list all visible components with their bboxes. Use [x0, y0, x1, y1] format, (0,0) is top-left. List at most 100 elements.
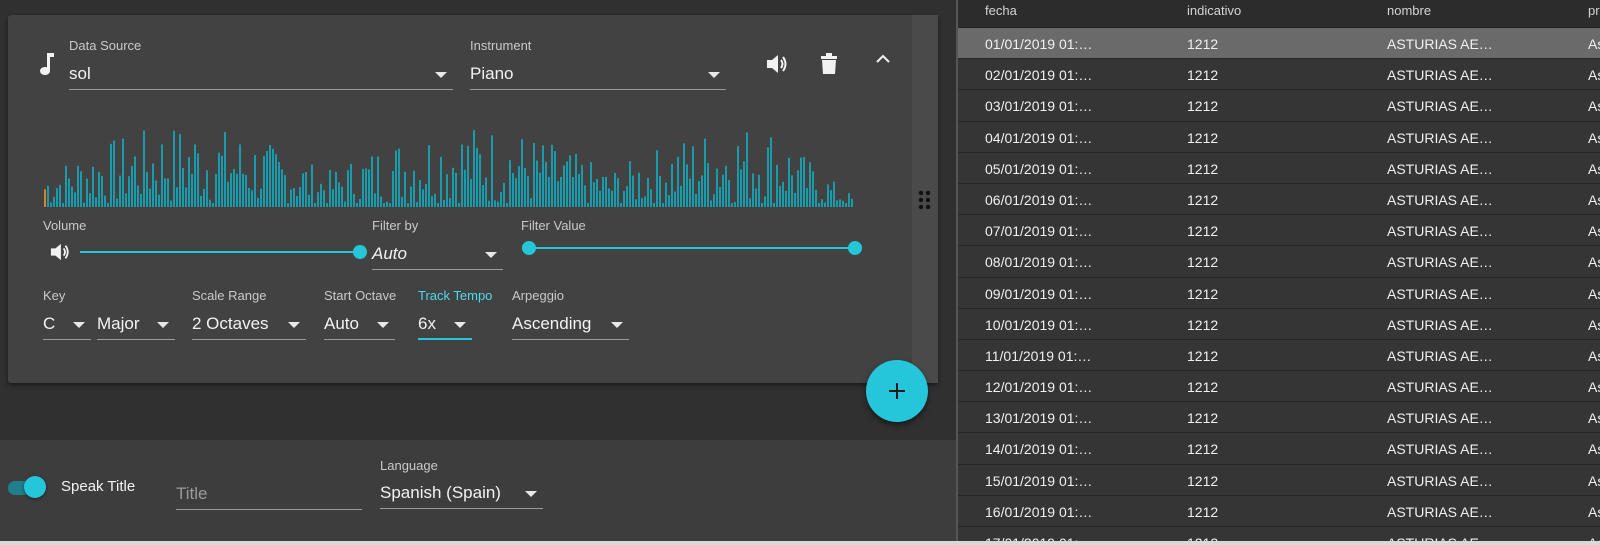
column-header-fecha[interactable]: fecha	[985, 3, 1017, 18]
table-row[interactable]: 10/01/2019 01:… 1212 ASTURIAS AE… As	[958, 308, 1600, 340]
waveform-bar	[215, 173, 217, 207]
filter-by-label: Filter by	[372, 218, 419, 233]
instrument-value: Piano	[470, 64, 514, 83]
column-header-indicativo[interactable]: indicativo	[1187, 3, 1241, 18]
table-row[interactable]: 06/01/2019 01:… 1212 ASTURIAS AE… As	[958, 183, 1600, 216]
language-select[interactable]: Spanish (Spain)	[380, 477, 543, 509]
data-table: fecha indicativo nombre pr 01/01/2019 01…	[958, 0, 1600, 545]
speak-title-toggle[interactable]	[8, 476, 46, 498]
key-select[interactable]: C	[43, 308, 91, 340]
waveform-bar	[803, 156, 805, 207]
mode-select[interactable]: Major	[97, 308, 175, 340]
waveform-bar	[719, 187, 721, 207]
waveform-bar	[509, 160, 511, 207]
waveform-bar	[650, 189, 652, 207]
table-row[interactable]: 05/01/2019 01:… 1212 ASTURIAS AE… As	[958, 152, 1600, 184]
column-header-provincia[interactable]: pr	[1588, 3, 1600, 18]
scale-range-select[interactable]: 2 Octaves	[192, 308, 306, 340]
waveform-bar	[851, 198, 853, 207]
table-cell-indicativo: 1212	[1187, 36, 1219, 52]
waveform-bar	[197, 153, 199, 207]
waveform-bar	[380, 196, 382, 207]
data-source-label: Data Source	[69, 38, 142, 53]
waveform-bar	[530, 198, 532, 207]
waveform-bar	[659, 175, 661, 207]
data-source-select[interactable]: sol	[69, 58, 453, 90]
table-row[interactable]: 14/01/2019 01:… 1212 ASTURIAS AE… As	[958, 433, 1600, 465]
key-label: Key	[43, 288, 66, 303]
volume-slider-thumb[interactable]	[353, 245, 367, 259]
filter-min-thumb[interactable]	[522, 241, 536, 255]
waveform-bar	[209, 199, 211, 207]
waveform-bar	[320, 183, 322, 207]
toggle-knob	[24, 476, 46, 498]
column-header-nombre[interactable]: nombre	[1387, 3, 1431, 18]
table-row[interactable]: 08/01/2019 01:… 1212 ASTURIAS AE… As	[958, 246, 1600, 278]
waveform-bar	[743, 161, 745, 207]
chevron-up-icon[interactable]	[872, 47, 894, 69]
waveform-bar	[842, 200, 844, 207]
table-cell-indicativo: 1212	[1187, 503, 1219, 520]
title-input[interactable]: Title	[176, 478, 362, 510]
table-cell-pr: As	[1588, 285, 1600, 302]
table-row[interactable]: 09/01/2019 01:… 1212 ASTURIAS AE… As	[958, 277, 1600, 309]
drag-handle-icon[interactable]	[918, 190, 932, 210]
filter-by-select[interactable]: Auto	[372, 238, 503, 270]
waveform-bar	[668, 195, 670, 207]
table-cell-indicativo: 1212	[1187, 441, 1219, 458]
waveform-bar	[218, 152, 220, 207]
table-row[interactable]: 11/01/2019 01:… 1212 ASTURIAS AE… As	[958, 339, 1600, 372]
table-cell-nombre: ASTURIAS AE…	[1387, 223, 1493, 240]
waveform-bar	[848, 193, 850, 207]
filter-max-thumb[interactable]	[848, 241, 862, 255]
table-row[interactable]: 12/01/2019 01:… 1212 ASTURIAS AE… As	[958, 371, 1600, 403]
volume-slider[interactable]	[80, 251, 360, 253]
table-row[interactable]: 02/01/2019 01:… 1212 ASTURIAS AE… As	[958, 59, 1600, 91]
waveform-bar	[629, 161, 631, 207]
speaker-icon[interactable]	[763, 51, 791, 77]
waveform-bar	[653, 203, 655, 207]
instrument-select[interactable]: Piano	[470, 58, 726, 90]
table-row[interactable]: 04/01/2019 01:… 1212 ASTURIAS AE… As	[958, 121, 1600, 153]
waveform-bar	[233, 169, 235, 207]
waveform-bar	[296, 195, 298, 207]
table-row[interactable]: 13/01/2019 01:… 1212 ASTURIAS AE… As	[958, 402, 1600, 434]
waveform-bar	[389, 203, 391, 207]
waveform-bar	[632, 175, 634, 207]
waveform-bar	[137, 185, 139, 207]
chevron-down-icon	[525, 491, 537, 497]
table-row[interactable]: 03/01/2019 01:… 1212 ASTURIAS AE… As	[958, 90, 1600, 122]
add-track-button[interactable]	[866, 360, 928, 422]
table-row[interactable]: 01/01/2019 01:… 1212 ASTURIAS AE… As	[958, 28, 1600, 60]
waveform-bar	[785, 190, 787, 207]
table-cell-nombre: ASTURIAS AE…	[1387, 191, 1493, 208]
waveform-bar	[227, 181, 229, 207]
waveform-bar	[473, 130, 475, 207]
arpeggio-select[interactable]: Ascending	[512, 308, 629, 340]
waveform-bar	[647, 178, 649, 207]
waveform-bar	[149, 188, 151, 207]
trash-icon[interactable]	[818, 51, 840, 77]
waveform-bar	[263, 156, 265, 207]
filter-value-slider[interactable]	[529, 247, 855, 249]
waveform-bar	[746, 132, 748, 207]
waveform-bar	[812, 171, 814, 207]
start-octave-select[interactable]: Auto	[324, 308, 395, 340]
waveform-bar	[488, 200, 490, 207]
table-cell-fecha: 04/01/2019 01:…	[985, 129, 1093, 146]
volume-icon[interactable]	[48, 241, 72, 263]
table-row[interactable]: 16/01/2019 01:… 1212 ASTURIAS AE… As	[958, 495, 1600, 527]
waveform-bar	[143, 130, 145, 207]
table-row[interactable]: 07/01/2019 01:… 1212 ASTURIAS AE… As	[958, 215, 1600, 247]
waveform-bar	[800, 157, 802, 207]
waveform-bar	[578, 173, 580, 207]
waveform-display	[44, 130, 853, 207]
track-tempo-select[interactable]: 6x	[418, 308, 472, 340]
waveform-bar	[74, 192, 76, 207]
filter-by-value: Auto	[372, 244, 407, 263]
waveform-bar	[716, 168, 718, 207]
waveform-bar	[353, 193, 355, 207]
table-row[interactable]: 15/01/2019 01:… 1212 ASTURIAS AE… As	[958, 464, 1600, 496]
waveform-bar	[626, 186, 628, 207]
waveform-bar	[425, 184, 427, 207]
